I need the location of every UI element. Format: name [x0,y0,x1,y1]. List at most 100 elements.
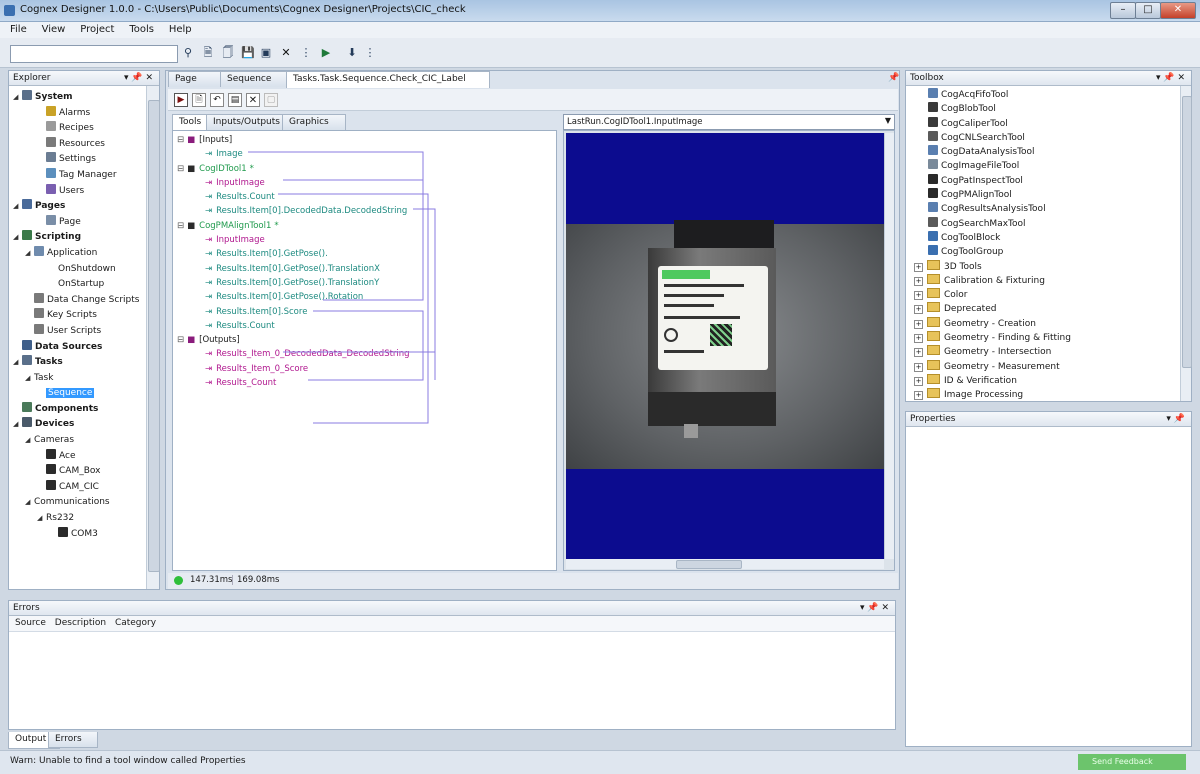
explorer-scrollbar[interactable] [146,86,160,589]
toolbox-tool-item[interactable]: CogPMAlignTool [914,188,1191,202]
expand-plus-icon[interactable]: + [914,391,923,401]
search-icon[interactable]: ⚲ [180,45,196,61]
minimize-button[interactable]: – [1110,2,1136,19]
toolbox-tool-item[interactable]: CogToolGroup [914,245,1191,259]
toolbox-folder-item[interactable]: + Geometry - Creation [914,316,1191,331]
pin-icon[interactable]: ▾ 📌 ✕ [860,601,889,615]
expand-plus-icon[interactable]: + [914,334,923,344]
expand-arrow-icon[interactable]: ◢ [25,246,34,262]
expand-plus-icon[interactable]: + [914,305,923,315]
close-button[interactable]: ✕ [1160,2,1196,19]
explorer-item-sequence[interactable]: Sequence [9,386,159,402]
explorer-item-devices[interactable]: ◢ Devices [9,417,159,433]
expand-plus-icon[interactable]: + [914,362,923,372]
explorer-item-key-scripts[interactable]: Key Scripts [9,308,159,324]
column-description[interactable]: Description [55,618,106,628]
explorer-item-onshutdown[interactable]: OnShutdown [9,262,159,278]
explorer-item-tag-manager[interactable]: Tag Manager [9,167,159,184]
explorer-item-ace[interactable]: Ace [9,448,159,465]
expand-arrow-icon[interactable]: ◢ [13,417,22,433]
explorer-item-user-scripts[interactable]: User Scripts [9,323,159,340]
toolbox-folder-item[interactable]: + ID & Verification [914,373,1191,388]
run-icon[interactable]: ▶ [318,45,334,61]
tab-errors[interactable]: Errors [48,732,98,748]
new-icon[interactable]: 🗎 [192,93,206,107]
toolbar-search-input[interactable] [10,45,178,63]
toolbox-folder-item[interactable]: + Color [914,288,1191,302]
image-selector[interactable]: LastRun.CogIDTool1.InputImage ▼ [563,114,895,130]
expand-arrow-icon[interactable]: ◢ [25,495,34,511]
explorer-item-application[interactable]: ◢ Application [9,245,159,262]
scrollbar-thumb[interactable] [676,560,742,569]
delete-icon[interactable]: ✕ [246,93,260,107]
toolbox-tool-item[interactable]: CogDataAnalysisTool [914,145,1191,159]
expand-plus-icon[interactable]: + [914,276,923,286]
toolbox-tool-item[interactable]: CogCNLSearchTool [914,130,1191,145]
download-icon[interactable]: ⬇ [344,45,360,61]
menu-help[interactable]: Help [169,22,192,38]
open-icon[interactable]: 🗍 [220,45,236,61]
explorer-item-rs232[interactable]: ◢ Rs232 [9,511,159,527]
explorer-item-settings[interactable]: Settings [9,152,159,168]
expand-arrow-icon[interactable]: ◢ [13,230,22,246]
expand-plus-icon[interactable]: + [914,348,923,358]
explorer-item-task[interactable]: ◢ Task [9,371,159,387]
window-icon[interactable]: ▤ [228,93,242,107]
explorer-item-system[interactable]: ◢ System [9,90,159,106]
explorer-item-cameras[interactable]: ◢ Cameras [9,433,159,449]
expand-plus-icon[interactable]: + [914,319,923,329]
run-icon[interactable]: ▶ [174,93,188,107]
toolbox-tool-item[interactable]: CogSearchMaxTool [914,216,1191,231]
save-all-icon[interactable]: ▣ [258,45,274,61]
toolbox-folder-item[interactable]: + Geometry - Intersection [914,345,1191,359]
explorer-item-alarms[interactable]: Alarms [9,105,159,122]
toolbox-tool-item[interactable]: CogBlobTool [914,102,1191,116]
expand-arrow-icon[interactable]: ◢ [13,355,22,371]
explorer-item-cam-cic[interactable]: CAM_CIC [9,479,159,496]
toolbox-tool-item[interactable]: CogPatInspectTool [914,173,1191,188]
explorer-item-data-change-scripts[interactable]: Data Change Scripts [9,292,159,309]
explorer-item-com3[interactable]: COM3 [9,526,159,543]
toolbox-folder-item[interactable]: + Geometry - Measurement [914,359,1191,374]
explorer-item-recipes[interactable]: Recipes [9,121,159,137]
image-vertical-scrollbar[interactable] [884,133,894,559]
explorer-item-users[interactable]: Users [9,183,159,200]
explorer-item-pages[interactable]: ◢ Pages [9,199,159,215]
explorer-item-components[interactable]: Components [9,401,159,418]
explorer-item-cam-box[interactable]: CAM_Box [9,464,159,480]
menu-view[interactable]: View [42,22,66,38]
expand-plus-icon[interactable]: + [914,291,923,301]
maximize-button[interactable]: □ [1135,2,1161,19]
toolbox-tool-item[interactable]: CogImageFileTool [914,159,1191,173]
toolbox-folder-item[interactable]: + Calibration & Fixturing [914,273,1191,288]
scrollbar-thumb[interactable] [1182,96,1192,368]
explorer-item-onstartup[interactable]: OnStartup [9,277,159,293]
expand-arrow-icon[interactable]: ◢ [25,433,34,449]
explorer-item-communications[interactable]: ◢ Communications [9,495,159,511]
scrollbar-thumb[interactable] [148,100,160,572]
expand-arrow-icon[interactable]: ◢ [13,199,22,215]
pin-icon[interactable]: 📌 [888,73,899,83]
column-source[interactable]: Source [15,618,46,628]
feedback-badge[interactable]: Send Feedback [1078,754,1186,770]
menu-file[interactable]: File [10,22,27,38]
undo-icon[interactable]: ↶ [210,93,224,107]
toolbox-folder-item[interactable]: + Geometry - Finding & Fitting [914,331,1191,345]
delete-icon[interactable]: ✕ [278,45,294,61]
expand-plus-icon[interactable]: + [914,376,923,386]
column-category[interactable]: Category [115,618,156,628]
pin-icon[interactable]: ▾ 📌 [1166,412,1185,426]
new-icon[interactable]: 🗎 [200,45,216,61]
toolbox-folder-item[interactable]: + Image Processing [914,388,1191,402]
toolbox-tool-item[interactable]: CogAcqFifoTool [914,88,1191,102]
toolbox-tool-item[interactable]: CogCaliperTool [914,116,1191,131]
menu-project[interactable]: Project [80,22,114,38]
image-horizontal-scrollbar[interactable] [566,559,884,569]
toolbox-folder-item[interactable]: + Deprecated [914,302,1191,316]
expand-arrow-icon[interactable]: ◢ [25,371,34,387]
explorer-item-page[interactable]: Page [9,214,159,231]
expand-plus-icon[interactable]: + [914,262,923,272]
expand-arrow-icon[interactable]: ◢ [13,90,22,106]
explorer-item-tasks[interactable]: ◢ Tasks [9,355,159,371]
tab-graphics[interactable]: Graphics [282,114,346,130]
